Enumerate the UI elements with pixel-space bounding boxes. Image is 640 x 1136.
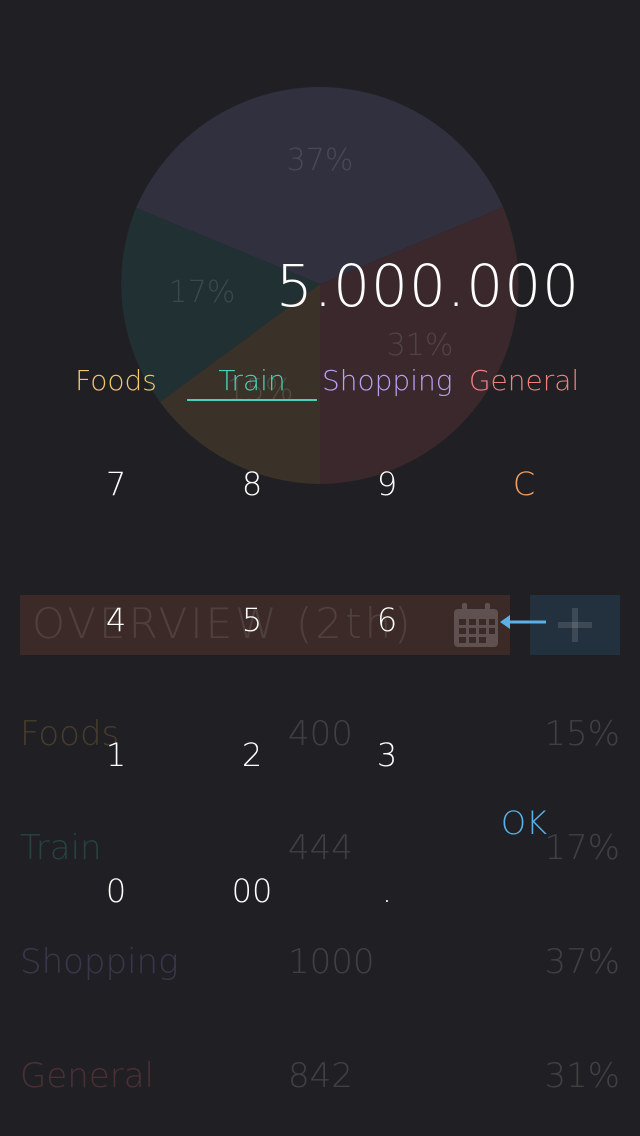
ok-button[interactable]: OK (474, 793, 574, 853)
key-6[interactable]: 6 (337, 590, 437, 650)
key-9[interactable]: 9 (337, 454, 437, 514)
key-7[interactable]: 7 (66, 454, 166, 514)
key-0[interactable]: 0 (66, 861, 166, 921)
category-tab-general[interactable]: General (459, 362, 589, 402)
selected-category-indicator (187, 399, 317, 401)
clear-button[interactable]: C (474, 454, 574, 514)
category-tab-shopping[interactable]: Shopping (322, 362, 453, 402)
category-tab-train[interactable]: Train (187, 362, 317, 402)
key-1[interactable]: 1 (66, 725, 166, 785)
key-2[interactable]: 2 (202, 725, 302, 785)
category-tab-foods[interactable]: Foods (51, 362, 181, 402)
key-8[interactable]: 8 (202, 454, 302, 514)
arrow-left-icon[interactable] (498, 612, 548, 632)
key-3[interactable]: 3 (337, 725, 437, 785)
amount-input-overlay: 5.000.000 Foods Train Shopping General 7… (0, 0, 640, 1136)
key-4[interactable]: 4 (66, 590, 166, 650)
amount-display: 5.000.000 (275, 252, 580, 320)
key-5[interactable]: 5 (202, 590, 302, 650)
key-dot[interactable]: . (337, 861, 437, 921)
key-00[interactable]: 00 (202, 861, 302, 921)
